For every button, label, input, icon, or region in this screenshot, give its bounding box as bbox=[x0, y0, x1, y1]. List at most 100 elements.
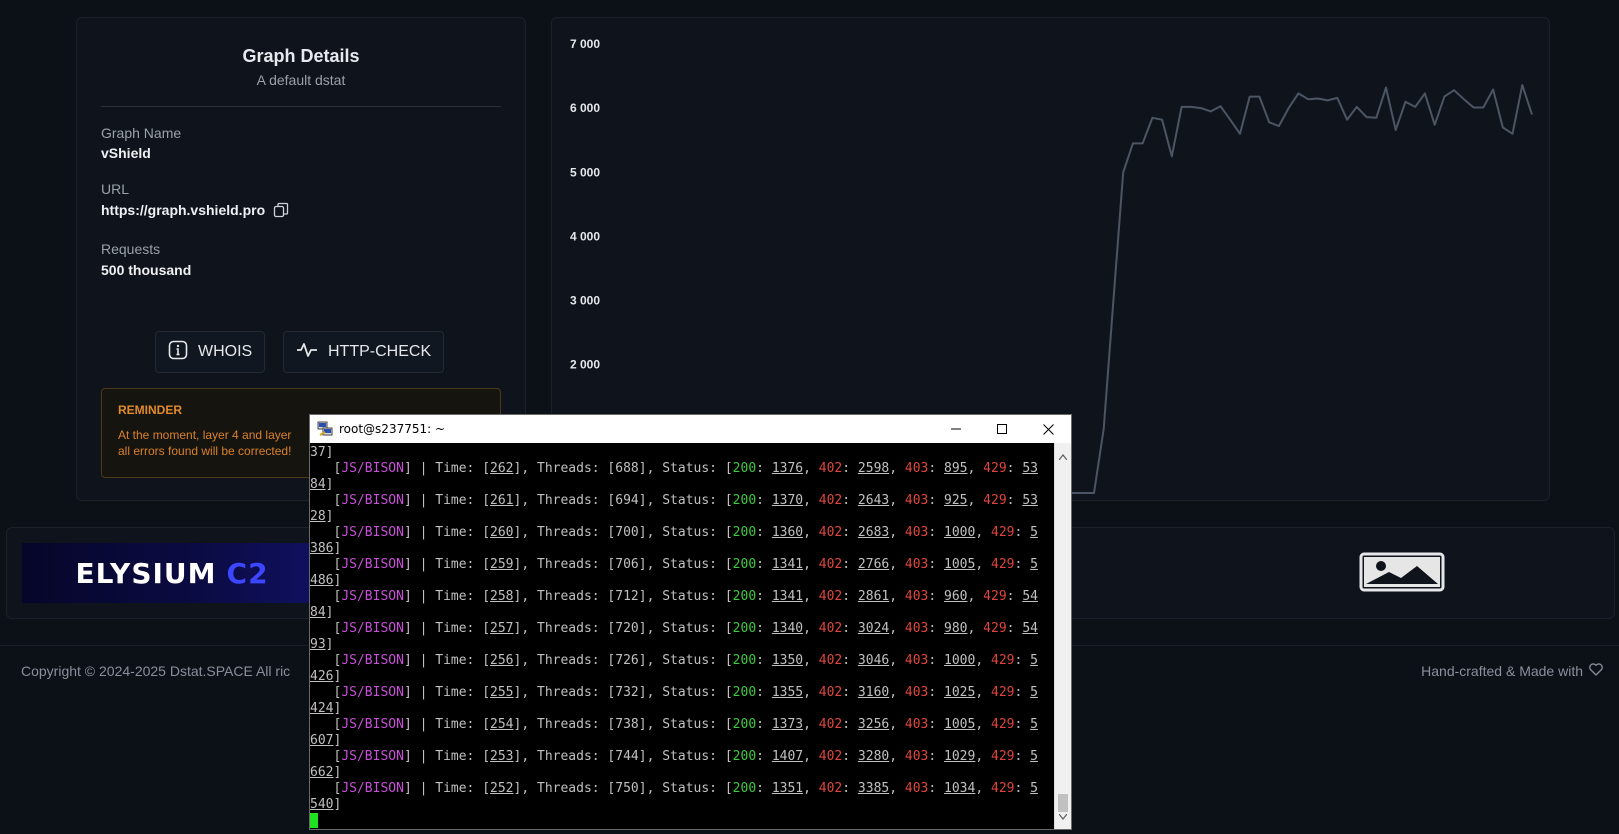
time-value: 261 bbox=[490, 493, 514, 508]
count-403: 1000 bbox=[944, 525, 976, 540]
copy-icon[interactable] bbox=[273, 202, 289, 218]
text: , bbox=[889, 749, 905, 764]
status-code-200: 200 bbox=[732, 461, 757, 476]
scroll-up-arrow-icon[interactable] bbox=[1058, 447, 1068, 465]
bracket: [ bbox=[310, 653, 342, 668]
count-429-rest: 486 bbox=[310, 573, 334, 588]
text: : bbox=[756, 621, 772, 636]
count-403: 980 bbox=[944, 621, 968, 636]
text: ], Threads: [720], Status: [ bbox=[513, 621, 733, 636]
count-403: 1000 bbox=[944, 653, 976, 668]
status-code-402: 402 bbox=[818, 685, 843, 700]
status-code-403: 403 bbox=[904, 557, 929, 572]
status-code-403: 403 bbox=[904, 621, 929, 636]
activity-icon bbox=[296, 340, 318, 365]
text: ] | Time: [ bbox=[403, 749, 491, 764]
text: ] | Time: [ bbox=[403, 653, 491, 668]
terminal-titlebar[interactable]: root@s237751: ~ bbox=[310, 415, 1071, 443]
elysium-banner[interactable]: ELYSIUM C2 bbox=[22, 543, 322, 603]
count-403: 1034 bbox=[944, 781, 976, 796]
count-429-partial: 5 bbox=[1030, 557, 1038, 572]
terminal-scrollbar[interactable] bbox=[1054, 443, 1071, 829]
text: : bbox=[928, 461, 945, 476]
count-403: 925 bbox=[944, 493, 968, 508]
count-402: 3160 bbox=[857, 685, 890, 700]
minimize-button[interactable] bbox=[933, 415, 979, 443]
text: , bbox=[975, 717, 991, 732]
count-429-rest: 607 bbox=[310, 733, 334, 748]
count-429-rest: 84 bbox=[310, 477, 326, 492]
terminal-line-wrap: 607] bbox=[310, 733, 1054, 749]
text: : bbox=[928, 589, 945, 604]
count-429-rest: 540 bbox=[310, 797, 334, 812]
count-429-partial: 5 bbox=[1030, 717, 1038, 732]
scroll-down-arrow-icon[interactable] bbox=[1058, 807, 1068, 825]
image-placeholder-icon[interactable] bbox=[1359, 552, 1445, 592]
log-tag: JS/BISON bbox=[341, 749, 404, 764]
text: : bbox=[1006, 621, 1023, 636]
count-429-rest: 28 bbox=[310, 509, 326, 524]
status-code-429: 429 bbox=[983, 621, 1007, 636]
text: ], Threads: [738], Status: [ bbox=[513, 717, 733, 732]
text: , bbox=[889, 525, 905, 540]
terminal-line: [JS/BISON] | Time: [261], Threads: [694]… bbox=[310, 493, 1054, 509]
count-200: 1370 bbox=[771, 493, 804, 508]
text: , bbox=[975, 781, 991, 796]
bracket: [ bbox=[310, 685, 342, 700]
count-429-partial: 5 bbox=[1030, 781, 1038, 796]
text: ] | Time: [ bbox=[403, 781, 491, 796]
count-402: 3385 bbox=[857, 781, 890, 796]
status-code-403: 403 bbox=[904, 653, 929, 668]
terminal-line: [JS/BISON] | Time: [253], Threads: [744]… bbox=[310, 749, 1054, 765]
terminal-output[interactable]: 37] [JS/BISON] | Time: [262], Threads: [… bbox=[310, 443, 1054, 829]
text: : bbox=[1014, 557, 1031, 572]
status-code-200: 200 bbox=[732, 493, 757, 508]
close-button[interactable] bbox=[1025, 415, 1071, 443]
status-code-403: 403 bbox=[904, 749, 929, 764]
http-check-button[interactable]: HTTP-CHECK bbox=[283, 331, 445, 373]
status-code-429: 429 bbox=[991, 653, 1015, 668]
text: : bbox=[1014, 685, 1031, 700]
y-tick-label: 4 000 bbox=[570, 229, 600, 243]
putty-icon bbox=[317, 421, 333, 437]
terminal-line-wrap: 426] bbox=[310, 669, 1054, 685]
text: : bbox=[1014, 717, 1031, 732]
log-tag: JS/BISON bbox=[341, 525, 404, 540]
status-code-402: 402 bbox=[818, 781, 843, 796]
text: ], Threads: [732], Status: [ bbox=[513, 685, 733, 700]
status-code-200: 200 bbox=[732, 685, 757, 700]
status-code-403: 403 bbox=[904, 461, 929, 476]
text: , bbox=[889, 685, 905, 700]
status-code-403: 403 bbox=[904, 717, 929, 732]
whois-button[interactable]: WHOIS bbox=[155, 331, 266, 373]
text: : bbox=[842, 621, 858, 636]
text: , bbox=[975, 525, 991, 540]
time-value: 255 bbox=[490, 685, 514, 700]
url-text[interactable]: https://graph.vshield.pro bbox=[101, 202, 265, 218]
terminal-line: [JS/BISON] | Time: [258], Threads: [712]… bbox=[310, 589, 1054, 605]
text: : bbox=[842, 717, 858, 732]
text: ], Threads: [750], Status: [ bbox=[513, 781, 733, 796]
count-429-partial: 54 bbox=[1022, 621, 1038, 636]
text: : bbox=[1014, 749, 1031, 764]
count-429-rest: 424 bbox=[310, 701, 334, 716]
requests-label: Requests bbox=[101, 241, 161, 257]
text: , bbox=[889, 589, 905, 604]
terminal-window[interactable]: root@s237751: ~ 37] [JS/BISON] | Time: [… bbox=[309, 414, 1072, 830]
status-code-402: 402 bbox=[818, 461, 843, 476]
count-402: 2683 bbox=[857, 525, 890, 540]
text: ] | Time: [ bbox=[403, 621, 491, 636]
text: , bbox=[967, 621, 984, 636]
text: : bbox=[842, 557, 858, 572]
text: : bbox=[928, 781, 945, 796]
status-code-429: 429 bbox=[991, 525, 1015, 540]
maximize-button[interactable] bbox=[979, 415, 1025, 443]
bracket: ] bbox=[325, 477, 334, 492]
text: , bbox=[889, 461, 905, 476]
banner-brand: ELYSIUM bbox=[75, 556, 217, 590]
bracket: [ bbox=[310, 493, 342, 508]
terminal-line: [JS/BISON] | Time: [259], Threads: [706]… bbox=[310, 557, 1054, 573]
text: , bbox=[967, 461, 984, 476]
count-429-rest: 386 bbox=[310, 541, 334, 556]
count-200: 1360 bbox=[771, 525, 804, 540]
